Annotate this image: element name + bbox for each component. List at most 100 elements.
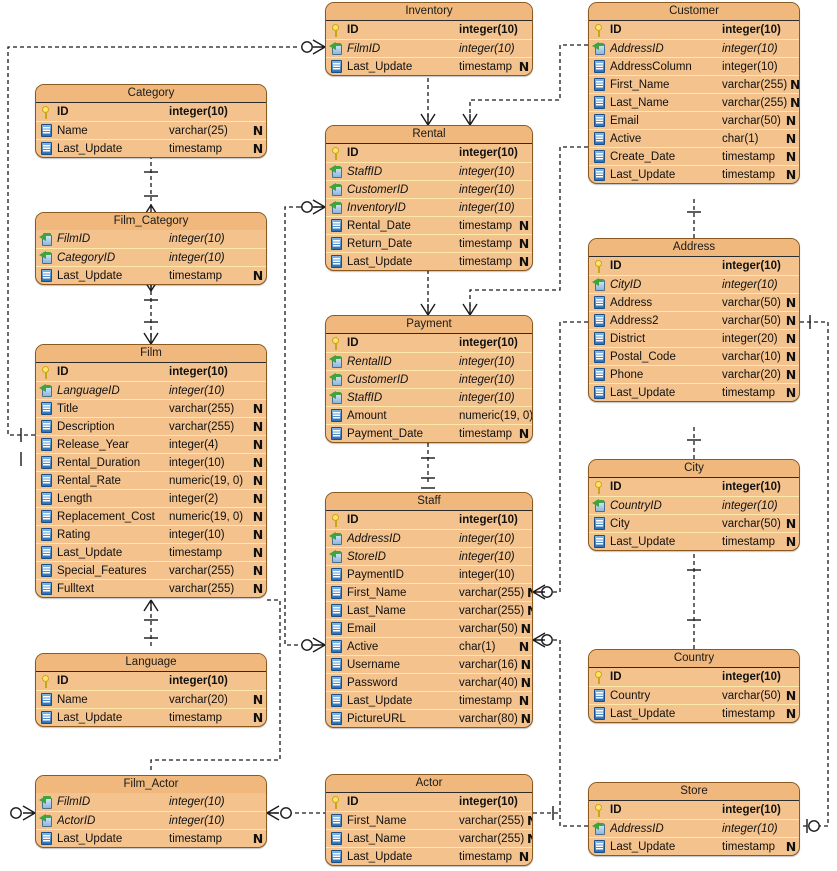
column-row[interactable]: CityIDinteger(10) [589,275,799,293]
column-row[interactable]: Activechar(1)N [326,637,532,655]
column-row[interactable]: IDinteger(10) [589,668,799,686]
column-row[interactable]: Cityvarchar(50)N [589,514,799,532]
column-row[interactable]: Addressvarchar(50)N [589,293,799,311]
column-row[interactable]: Last_UpdatetimestampN [36,543,266,561]
column-row[interactable]: Activechar(1)N [589,129,799,147]
entity-language[interactable]: LanguageIDinteger(10)Namevarchar(20)NLas… [35,653,267,727]
column-row[interactable]: Address2varchar(50)N [589,311,799,329]
column-row[interactable]: Last_Namevarchar(255)N [326,829,532,847]
entity-category[interactable]: CategoryIDinteger(10)Namevarchar(25)NLas… [35,84,267,158]
column-row[interactable]: Emailvarchar(50)N [326,619,532,637]
column-row[interactable]: LanguageIDinteger(10) [36,381,266,399]
column-row[interactable]: Last_UpdatetimestampN [36,139,266,157]
column-row[interactable]: Last_UpdatetimestampN [326,691,532,709]
column-row[interactable]: Namevarchar(25)N [36,121,266,139]
column-row[interactable]: Rental_Durationinteger(10)N [36,453,266,471]
column-row[interactable]: FilmIDinteger(10) [36,793,266,811]
column-row[interactable]: AddressColumninteger(10) [589,57,799,75]
column-row[interactable]: Special_Featuresvarchar(255)N [36,561,266,579]
entity-rental[interactable]: RentalIDinteger(10)StaffIDinteger(10)Cus… [325,125,533,271]
column-row[interactable]: IDinteger(10) [326,511,532,529]
column-row[interactable]: Last_Namevarchar(255)N [589,93,799,111]
entity-actor[interactable]: ActorIDinteger(10)First_Namevarchar(255)… [325,774,533,866]
column-row[interactable]: Rental_Ratenumeric(19, 0)N [36,471,266,489]
column-row[interactable]: Lengthinteger(2)N [36,489,266,507]
column-row[interactable]: Countryvarchar(50)N [589,686,799,704]
column-row[interactable]: IDinteger(10) [589,801,799,819]
entity-payment[interactable]: PaymentIDinteger(10)RentalIDinteger(10)C… [325,315,533,443]
column-row[interactable]: Ratinginteger(10)N [36,525,266,543]
column-row[interactable]: AddressIDinteger(10) [589,819,799,837]
column-row[interactable]: Last_UpdatetimestampN [326,252,532,270]
column-row[interactable]: IDinteger(10) [326,793,532,811]
column-row[interactable]: Amountnumeric(19, 0)N [326,406,532,424]
column-row[interactable]: CustomerIDinteger(10) [326,370,532,388]
column-row[interactable]: Last_UpdatetimestampN [589,383,799,401]
column-row[interactable]: IDinteger(10) [326,21,532,39]
column-row[interactable]: IDinteger(10) [589,257,799,275]
column-row[interactable]: Passwordvarchar(40)N [326,673,532,691]
column-row[interactable]: Districtinteger(20)N [589,329,799,347]
column-row[interactable]: InventoryIDinteger(10) [326,198,532,216]
column-row[interactable]: Last_UpdatetimestampN [326,847,532,865]
column-row[interactable]: PaymentIDinteger(10) [326,565,532,583]
column-row[interactable]: FilmIDinteger(10) [326,39,532,57]
entity-film[interactable]: FilmIDinteger(10)LanguageIDinteger(10)Ti… [35,344,267,598]
column-row[interactable]: Last_UpdatetimestampN [589,704,799,722]
column-row[interactable]: CountryIDinteger(10) [589,496,799,514]
column-row[interactable]: Replacement_Costnumeric(19, 0)N [36,507,266,525]
column-row[interactable]: Last_Namevarchar(255)N [326,601,532,619]
entity-inventory[interactable]: InventoryIDinteger(10)FilmIDinteger(10)L… [325,2,533,76]
column-row[interactable]: Return_DatetimestampN [326,234,532,252]
column-row[interactable]: IDinteger(10) [326,334,532,352]
entity-film_actor[interactable]: Film_ActorFilmIDinteger(10)ActorIDintege… [35,775,267,848]
column-row[interactable]: Namevarchar(20)N [36,690,266,708]
er-diagram-canvas[interactable]: InventoryIDinteger(10)FilmIDinteger(10)L… [0,0,837,871]
column-row[interactable]: Usernamevarchar(16)N [326,655,532,673]
column-row[interactable]: StaffIDinteger(10) [326,162,532,180]
column-row[interactable]: Last_UpdatetimestampN [36,829,266,847]
column-row[interactable]: Last_UpdatetimestampN [36,266,266,284]
column-row[interactable]: Payment_DatetimestampN [326,424,532,442]
column-row[interactable]: First_Namevarchar(255)N [589,75,799,93]
column-row[interactable]: Postal_Codevarchar(10)N [589,347,799,365]
column-row[interactable]: FilmIDinteger(10) [36,230,266,248]
column-row[interactable]: Create_DatetimestampN [589,147,799,165]
column-row[interactable]: IDinteger(10) [36,672,266,690]
column-row[interactable]: Last_UpdatetimestampN [36,708,266,726]
column-row[interactable]: Release_Yearinteger(4)N [36,435,266,453]
column-row[interactable]: Fulltextvarchar(255)N [36,579,266,597]
column-row[interactable]: CustomerIDinteger(10) [326,180,532,198]
column-row[interactable]: IDinteger(10) [326,144,532,162]
column-row[interactable]: Last_UpdatetimestampN [589,532,799,550]
column-row[interactable]: StoreIDinteger(10) [326,547,532,565]
column-row[interactable]: RentalIDinteger(10) [326,352,532,370]
column-row[interactable]: Titlevarchar(255)N [36,399,266,417]
column-row[interactable]: PictureURLvarchar(80)N [326,709,532,727]
entity-staff[interactable]: StaffIDinteger(10)AddressIDinteger(10)St… [325,492,533,728]
column-row[interactable]: Last_UpdatetimestampN [589,837,799,855]
entity-city[interactable]: CityIDinteger(10)CountryIDinteger(10)Cit… [588,459,800,551]
column-row[interactable]: First_Namevarchar(255)N [326,811,532,829]
entity-film_category[interactable]: Film_CategoryFilmIDinteger(10)CategoryID… [35,212,267,285]
entity-customer[interactable]: CustomerIDinteger(10)AddressIDinteger(10… [588,2,800,184]
column-row[interactable]: IDinteger(10) [36,103,266,121]
column-row[interactable]: CategoryIDinteger(10) [36,248,266,266]
column-row[interactable]: Phonevarchar(20)N [589,365,799,383]
column-row[interactable]: Emailvarchar(50)N [589,111,799,129]
column-row[interactable]: Rental_DatetimestampN [326,216,532,234]
column-row[interactable]: Last_UpdatetimestampN [589,165,799,183]
column-row[interactable]: IDinteger(10) [589,21,799,39]
entity-store[interactable]: StoreIDinteger(10)AddressIDinteger(10)La… [588,782,800,856]
column-row[interactable]: Last_UpdatetimestampN [326,57,532,75]
column-row[interactable]: IDinteger(10) [589,478,799,496]
column-row[interactable]: StaffIDinteger(10) [326,388,532,406]
column-row[interactable]: AddressIDinteger(10) [326,529,532,547]
column-row[interactable]: ActorIDinteger(10) [36,811,266,829]
column-row[interactable]: Descriptionvarchar(255)N [36,417,266,435]
column-row[interactable]: First_Namevarchar(255)N [326,583,532,601]
entity-country[interactable]: CountryIDinteger(10)Countryvarchar(50)NL… [588,649,800,723]
column-row[interactable]: AddressIDinteger(10) [589,39,799,57]
entity-address[interactable]: AddressIDinteger(10)CityIDinteger(10)Add… [588,238,800,402]
column-row[interactable]: IDinteger(10) [36,363,266,381]
